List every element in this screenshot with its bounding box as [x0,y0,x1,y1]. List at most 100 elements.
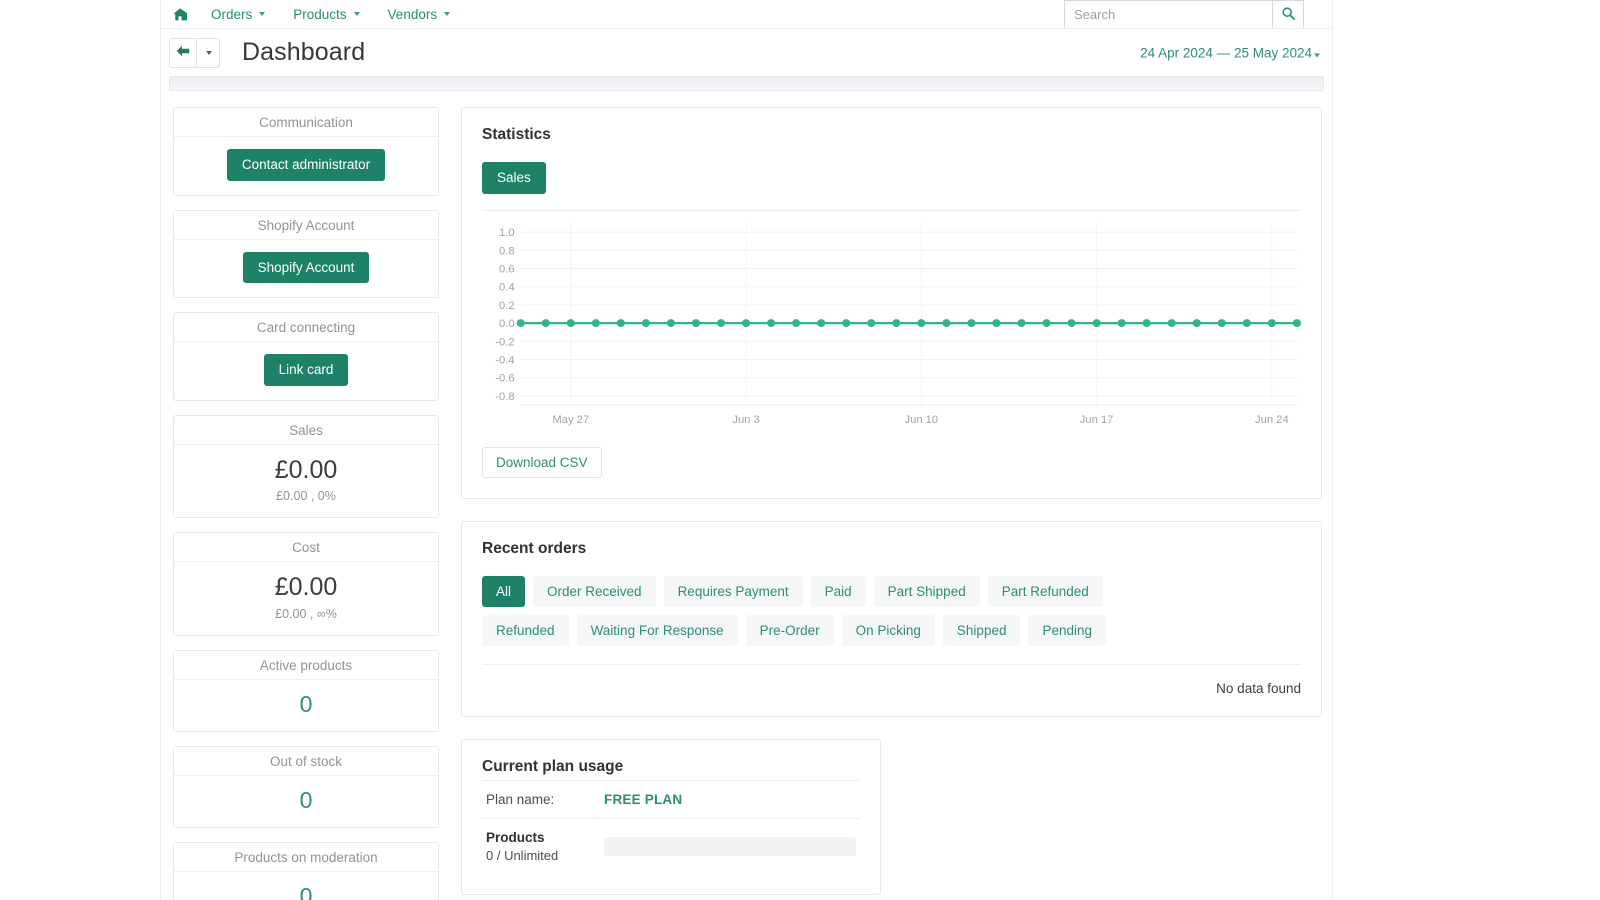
link-card-button[interactable]: Link card [264,354,349,386]
chart-y-tick-label: -0.4 [495,354,514,366]
recent-orders-title: Recent orders [482,540,1301,558]
chart-y-tick-label: 1.0 [499,227,515,239]
products-usage-sub: 0 / Unlimited [486,848,596,863]
recent-orders-empty-text: No data found [482,664,1301,696]
widget-title: Communication [174,108,438,137]
widget-body: 0 [174,776,438,827]
chart-x-axis-labels: May 27Jun 3Jun 10Jun 17Jun 24 [552,414,1288,426]
search-input[interactable] [1064,0,1272,29]
main-column: Statistics Sales 1.00.80.60.40.20.0-0.2-… [461,107,1322,900]
widget-title: Out of stock [174,747,438,776]
search-icon [1282,7,1295,23]
widget-active-products: Active products 0 [173,650,439,732]
widget-communication: Communication Contact administrator [173,107,439,196]
sales-subvalue: £0.00 , 0% [184,489,428,503]
order-filter-shipped[interactable]: Shipped [943,615,1021,646]
search-form [1064,0,1304,29]
widget-body: £0.00 £0.00 , 0% [174,445,438,518]
widget-title: Sales [174,416,438,445]
chart-point [1218,319,1226,327]
sidebar: Communication Contact administrator Shop… [173,107,439,900]
table-row: Plan name: FREE PLAN [482,780,860,818]
chart-point [1042,319,1050,327]
back-button[interactable] [169,38,197,68]
out-of-stock-count: 0 [184,788,428,813]
chart-point [1193,319,1201,327]
recent-orders-panel: Recent orders All Order Received Requires … [461,521,1322,717]
chart-y-tick-label: 0.8 [499,245,515,257]
plan-usage-table: Plan name: FREE PLAN Products 0 / Unlimi… [482,780,860,874]
chart-point [967,319,975,327]
date-range-label: 24 Apr 2024 — 25 May 2024 [1140,45,1312,60]
order-filter-part-shipped[interactable]: Part Shipped [874,576,980,607]
recent-orders-body: Recent orders All Order Received Requires … [462,522,1321,716]
chart-point [767,319,775,327]
chart-point [1067,319,1075,327]
shopify-account-button[interactable]: Shopify Account [243,252,370,284]
order-filter-paid[interactable]: Paid [811,576,866,607]
nav-item-orders[interactable]: Orders [197,3,279,26]
nav-item-products[interactable]: Products [279,3,373,26]
order-filter-pre-order[interactable]: Pre-Order [746,615,834,646]
chart-y-axis-labels: 1.00.80.60.40.20.0-0.2-0.4-0.6-0.8 [495,227,514,403]
chevron-down-icon [206,51,212,55]
chart-point [892,319,900,327]
widget-title: Card connecting [174,313,438,342]
widget-sales: Sales £0.00 £0.00 , 0% [173,415,439,519]
nav-home-link[interactable] [165,4,197,25]
chevron-down-icon [354,12,360,16]
date-range-selector[interactable]: 24 Apr 2024 — 25 May 2024 [1140,45,1320,60]
widget-products-on-moderation: Products on moderation 0 [173,842,439,900]
statistics-title: Statistics [482,126,1301,144]
chart-gridlines [521,223,1297,405]
cost-subvalue: £0.00 , ∞% [184,607,428,621]
products-on-moderation-count: 0 [184,884,428,900]
chart-point [842,319,850,327]
chart-point [1168,319,1176,327]
download-csv-button[interactable]: Download CSV [482,447,602,478]
order-filter-refunded[interactable]: Refunded [482,615,569,646]
nav-item-vendors[interactable]: Vendors [374,3,465,26]
order-filter-part-refunded[interactable]: Part Refunded [988,576,1103,607]
statistics-tab-sales[interactable]: Sales [482,162,546,194]
order-filter-on-picking[interactable]: On Picking [842,615,935,646]
chart-point [917,319,925,327]
chart-point [1268,319,1276,327]
dashboard-page: Orders Products Vendors [0,0,1600,900]
contact-administrator-button[interactable]: Contact administrator [227,149,385,181]
order-filter-requires-payment[interactable]: Requires Payment [664,576,803,607]
products-usage-progress-cell [600,818,860,874]
chart-y-tick-label: -0.6 [495,372,514,384]
search-button[interactable] [1272,0,1304,29]
order-filter-all[interactable]: All [482,576,525,607]
order-filter-order-received[interactable]: Order Received [533,576,656,607]
chart-point [567,319,575,327]
order-filter-waiting-for-response[interactable]: Waiting For Response [577,615,738,646]
chart-point [592,319,600,327]
chart-y-tick-label: -0.2 [495,336,514,348]
back-history-dropdown-button[interactable] [197,38,220,68]
products-label-text: Products [486,830,545,845]
chart-point [792,319,800,327]
chart-point [817,319,825,327]
page-title: Dashboard [242,38,365,67]
chart-point [992,319,1000,327]
plan-usage-panel: Current plan usage Plan name: FREE PLAN … [461,739,881,895]
nav-item-label: Orders [211,7,252,22]
plan-usage-title: Current plan usage [482,758,860,776]
chart-x-tick-label: Jun 17 [1080,414,1114,426]
chart-point [617,319,625,327]
page-header: Dashboard 24 Apr 2024 — 25 May 2024 [161,28,1332,76]
chart-point [1093,319,1101,327]
chart-point [1118,319,1126,327]
order-filter-list: All Order Received Requires Payment Paid Par… [482,576,1182,646]
chart-y-tick-label: 0.0 [499,318,515,330]
order-filter-pending[interactable]: Pending [1028,615,1106,646]
sales-chart: 1.00.80.60.40.20.0-0.2-0.4-0.6-0.8 May 2… [482,210,1301,435]
chart-point [742,319,750,327]
chart-point [517,319,525,327]
plan-name-label: Plan name: [482,780,600,818]
products-usage-label: Products 0 / Unlimited [482,818,600,874]
widget-body: £0.00 £0.00 , ∞% [174,562,438,635]
widget-body: Shopify Account [174,240,438,298]
